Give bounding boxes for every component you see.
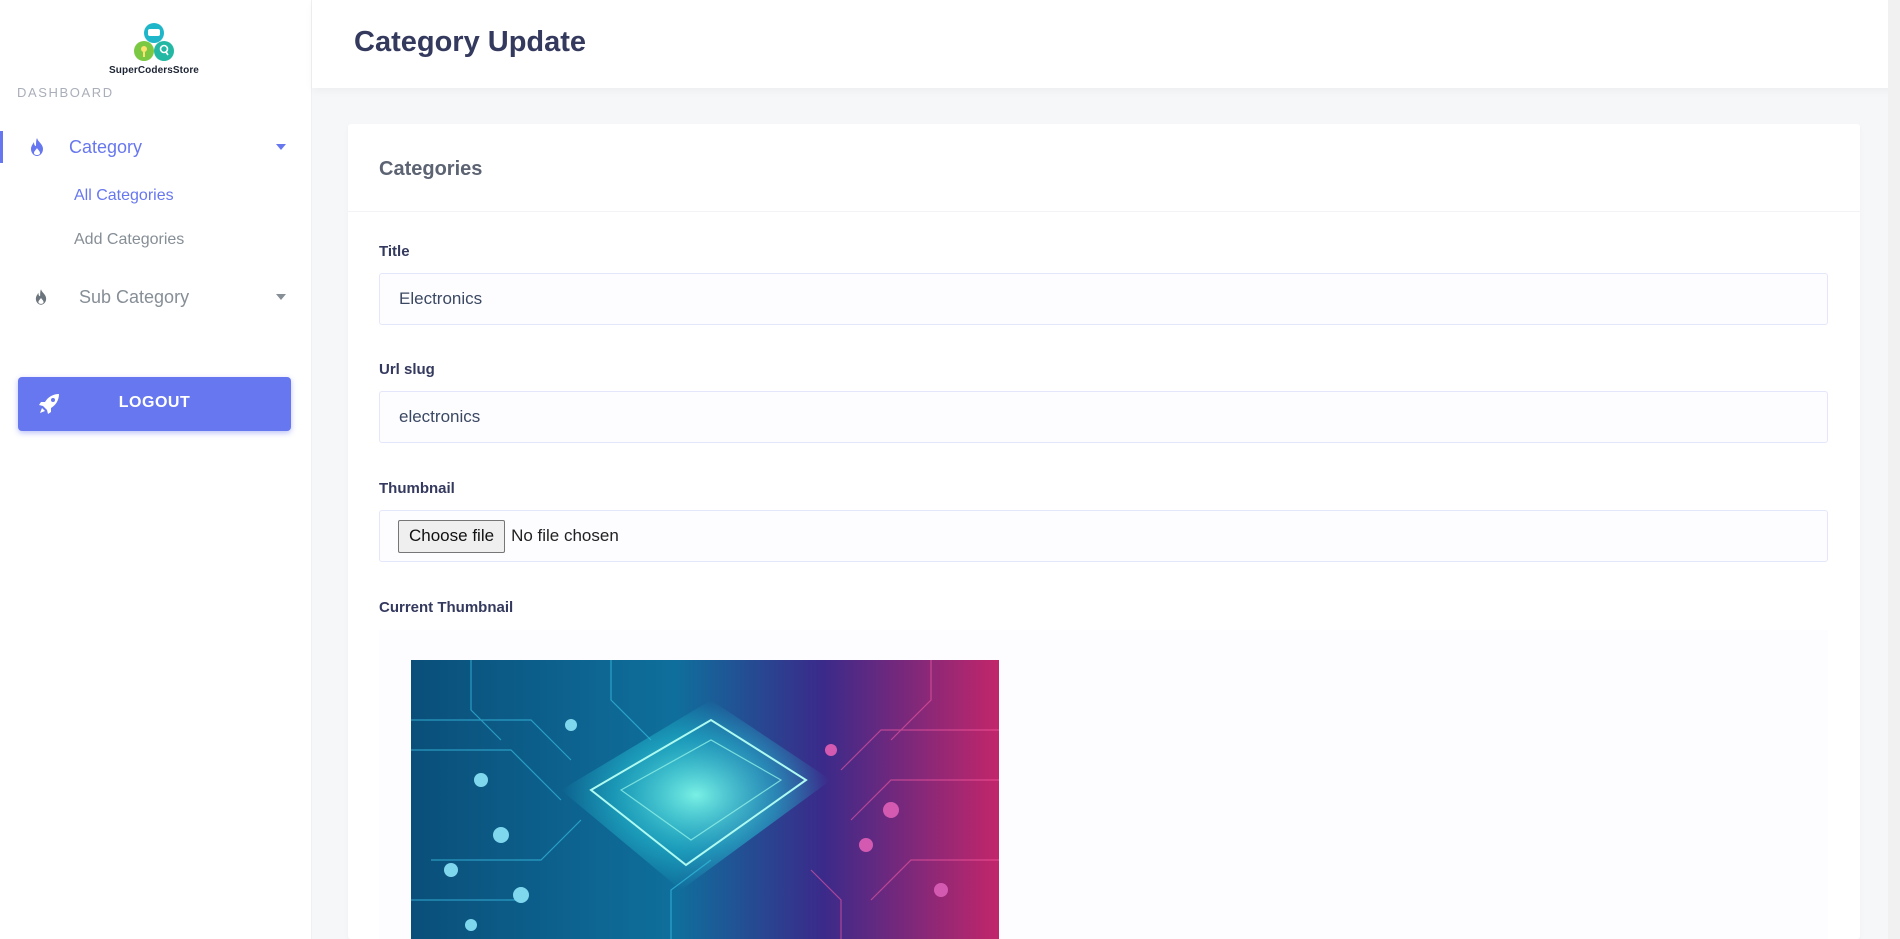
category-form-card: Categories Title Electronics Url slug el…	[348, 124, 1860, 939]
top-header: Category Update	[312, 0, 1900, 88]
choose-file-button[interactable]: Choose file	[398, 519, 506, 553]
title-label: Title	[379, 243, 410, 260]
current-thumbnail-container	[379, 630, 1828, 939]
dashboard-section-label: DASHBOARD	[17, 85, 114, 100]
sidebar: SuperCodersStore DASHBOARD Category All …	[0, 0, 312, 939]
brand-logo[interactable]: SuperCodersStore	[108, 22, 200, 78]
thumbnail-file-input[interactable]: Choose file No file chosen	[379, 510, 1828, 562]
card-title: Categories	[379, 158, 483, 180]
sidebar-item-category[interactable]: Category	[0, 127, 312, 167]
sidebar-link-all-categories[interactable]: All Categories	[74, 187, 174, 205]
card-header: Categories	[348, 124, 1860, 212]
logo-icon	[134, 23, 174, 61]
thumbnail-label: Thumbnail	[379, 480, 455, 497]
circuit-board-illustration	[411, 660, 999, 939]
current-thumbnail-image	[411, 660, 999, 939]
sidebar-item-sub-category-label: Sub Category	[79, 286, 190, 307]
caret-down-icon	[276, 144, 286, 150]
sidebar-item-sub-category[interactable]: Sub Category	[0, 277, 312, 317]
url-slug-label: Url slug	[379, 361, 435, 378]
url-slug-input[interactable]: electronics	[379, 391, 1828, 443]
no-file-chosen-text: No file chosen	[511, 526, 619, 545]
title-input[interactable]: Electronics	[379, 273, 1828, 325]
fire-icon	[27, 138, 47, 156]
logout-button[interactable]: LOGOUT	[18, 377, 291, 431]
page-scrollbar[interactable]	[1888, 0, 1900, 939]
caret-down-icon	[276, 294, 286, 300]
current-thumbnail-label: Current Thumbnail	[379, 599, 514, 616]
logout-label: LOGOUT	[118, 394, 191, 411]
page-title: Category Update	[354, 26, 587, 58]
sidebar-item-category-label: Category	[69, 136, 143, 157]
brand-name: SuperCodersStore	[109, 65, 199, 76]
fire-icon	[31, 289, 51, 305]
sidebar-link-add-categories[interactable]: Add Categories	[74, 231, 184, 249]
